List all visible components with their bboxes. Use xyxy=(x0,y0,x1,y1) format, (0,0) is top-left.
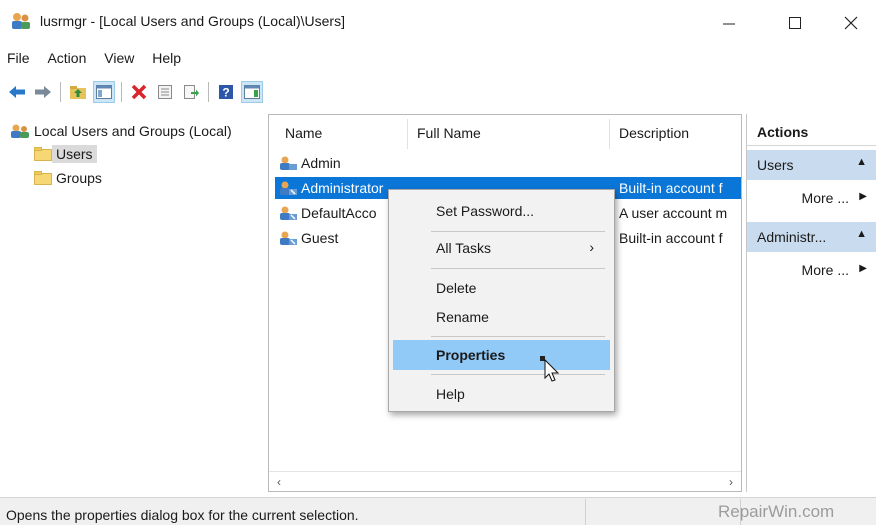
column-header-name[interactable]: Name xyxy=(285,125,322,141)
user-icon xyxy=(280,206,297,220)
tree-item-root[interactable]: Local Users and Groups (Local) xyxy=(10,120,236,142)
properties-icon xyxy=(158,85,172,99)
actions-group-label: Administr... xyxy=(757,229,827,245)
up-folder-icon xyxy=(70,86,86,99)
user-icon xyxy=(280,181,297,195)
export-list-button[interactable] xyxy=(180,81,202,103)
submenu-arrow-icon: ▶ xyxy=(859,191,867,202)
menu-item-all-tasks-label: All Tasks xyxy=(436,240,491,256)
user-name: Administrator xyxy=(301,180,384,196)
users-management-icon xyxy=(11,124,29,138)
folder-icon xyxy=(34,147,52,161)
list-item-admin[interactable]: Admin xyxy=(275,152,741,174)
actions-more-administrator[interactable]: More ... ▶ xyxy=(747,255,876,285)
show-hide-action-pane-button[interactable] xyxy=(241,81,263,103)
menu-separator xyxy=(431,374,605,375)
maximize-icon xyxy=(789,17,801,29)
menu-separator xyxy=(431,336,605,337)
horizontal-scrollbar[interactable]: ‹ › xyxy=(269,471,741,491)
actions-more-label: More ... xyxy=(801,262,849,278)
minimize-icon xyxy=(723,23,735,25)
toolbar-separator xyxy=(60,82,61,102)
column-header-description[interactable]: Description xyxy=(619,125,689,141)
user-name: Guest xyxy=(301,230,339,246)
user-name: DefaultAcco xyxy=(301,205,377,221)
up-one-level-button[interactable] xyxy=(67,81,89,103)
submenu-arrow-icon: › xyxy=(589,239,594,255)
user-icon xyxy=(280,231,297,245)
actions-title: Actions xyxy=(747,118,876,146)
tree-item-users[interactable]: Users xyxy=(34,143,97,165)
actions-more-label: More ... xyxy=(801,190,849,206)
close-button[interactable] xyxy=(828,8,874,38)
actions-group-administrator[interactable]: Administr... ▲ xyxy=(747,222,876,252)
menu-view[interactable]: View xyxy=(97,48,141,68)
console-tree: Local Users and Groups (Local) Users Gro… xyxy=(4,114,266,492)
tree-item-users-label: Users xyxy=(52,145,97,163)
delete-icon xyxy=(131,84,147,100)
user-description: Built-in account f xyxy=(619,180,723,196)
menu-item-properties[interactable]: Properties xyxy=(393,340,610,370)
actions-pane: Actions Users ▲ More ... ▶ Administr... … xyxy=(746,114,876,492)
submenu-arrow-icon: ▶ xyxy=(859,263,867,274)
column-divider[interactable] xyxy=(609,119,610,149)
forward-button[interactable] xyxy=(32,81,54,103)
back-arrow-icon xyxy=(9,86,25,98)
menu-item-delete[interactable]: Delete xyxy=(393,273,610,303)
toolbar-separator xyxy=(208,82,209,102)
action-pane-icon xyxy=(244,85,260,99)
title-bar: lusrmgr - [Local Users and Groups (Local… xyxy=(0,0,876,44)
tree-root-label: Local Users and Groups (Local) xyxy=(34,123,232,139)
minimize-button[interactable] xyxy=(706,8,752,38)
maximize-button[interactable] xyxy=(772,8,818,38)
status-divider xyxy=(585,499,586,525)
watermark: RepairWin.com xyxy=(718,502,835,521)
close-icon xyxy=(844,16,858,30)
actions-more-users[interactable]: More ... ▶ xyxy=(747,183,876,213)
window-title: lusrmgr - [Local Users and Groups (Local… xyxy=(40,13,345,29)
help-button[interactable]: ? xyxy=(215,81,237,103)
export-list-icon xyxy=(184,85,199,99)
actions-group-label: Users xyxy=(757,157,794,173)
collapse-triangle-icon[interactable]: ▲ xyxy=(856,156,867,168)
menu-separator xyxy=(431,231,605,232)
scroll-right-arrow-icon[interactable]: › xyxy=(723,474,739,490)
menu-item-rename[interactable]: Rename xyxy=(393,302,610,332)
menu-separator xyxy=(431,268,605,269)
menu-action[interactable]: Action xyxy=(40,48,93,68)
scroll-left-arrow-icon[interactable]: ‹ xyxy=(271,474,287,490)
menu-item-all-tasks[interactable]: All Tasks › xyxy=(393,233,610,263)
toolbar-separator xyxy=(121,82,122,102)
menu-item-set-password[interactable]: Set Password... xyxy=(393,196,610,226)
menu-help[interactable]: Help xyxy=(145,48,188,68)
users-management-icon xyxy=(12,13,30,29)
mouse-cursor-icon xyxy=(540,356,560,382)
toolbar: ? xyxy=(6,79,267,105)
properties-button[interactable] xyxy=(154,81,176,103)
menu-item-help[interactable]: Help xyxy=(393,379,610,409)
user-icon xyxy=(280,156,297,170)
delete-button[interactable] xyxy=(128,81,150,103)
folder-icon xyxy=(34,171,52,185)
user-description: A user account m xyxy=(619,205,728,221)
user-description: Built-in account f xyxy=(619,230,723,246)
show-hide-tree-button[interactable] xyxy=(93,81,115,103)
status-text: Opens the properties dialog box for the … xyxy=(6,507,359,523)
collapse-triangle-icon[interactable]: ▲ xyxy=(856,228,867,240)
tree-item-groups[interactable]: Groups xyxy=(34,167,106,189)
menu-bar: File Action View Help xyxy=(0,48,188,72)
menu-file[interactable]: File xyxy=(0,48,37,68)
context-menu: Set Password... All Tasks › Delete Renam… xyxy=(388,189,615,412)
forward-arrow-icon xyxy=(35,86,51,98)
svg-text:?: ? xyxy=(222,86,229,100)
actions-group-users[interactable]: Users ▲ xyxy=(747,150,876,180)
column-divider[interactable] xyxy=(407,119,408,149)
show-hide-tree-icon xyxy=(96,85,112,99)
help-icon: ? xyxy=(219,85,233,100)
tree-item-groups-label: Groups xyxy=(56,170,102,186)
column-header-full-name[interactable]: Full Name xyxy=(417,125,481,141)
back-button[interactable] xyxy=(6,81,28,103)
user-name: Admin xyxy=(301,155,341,171)
